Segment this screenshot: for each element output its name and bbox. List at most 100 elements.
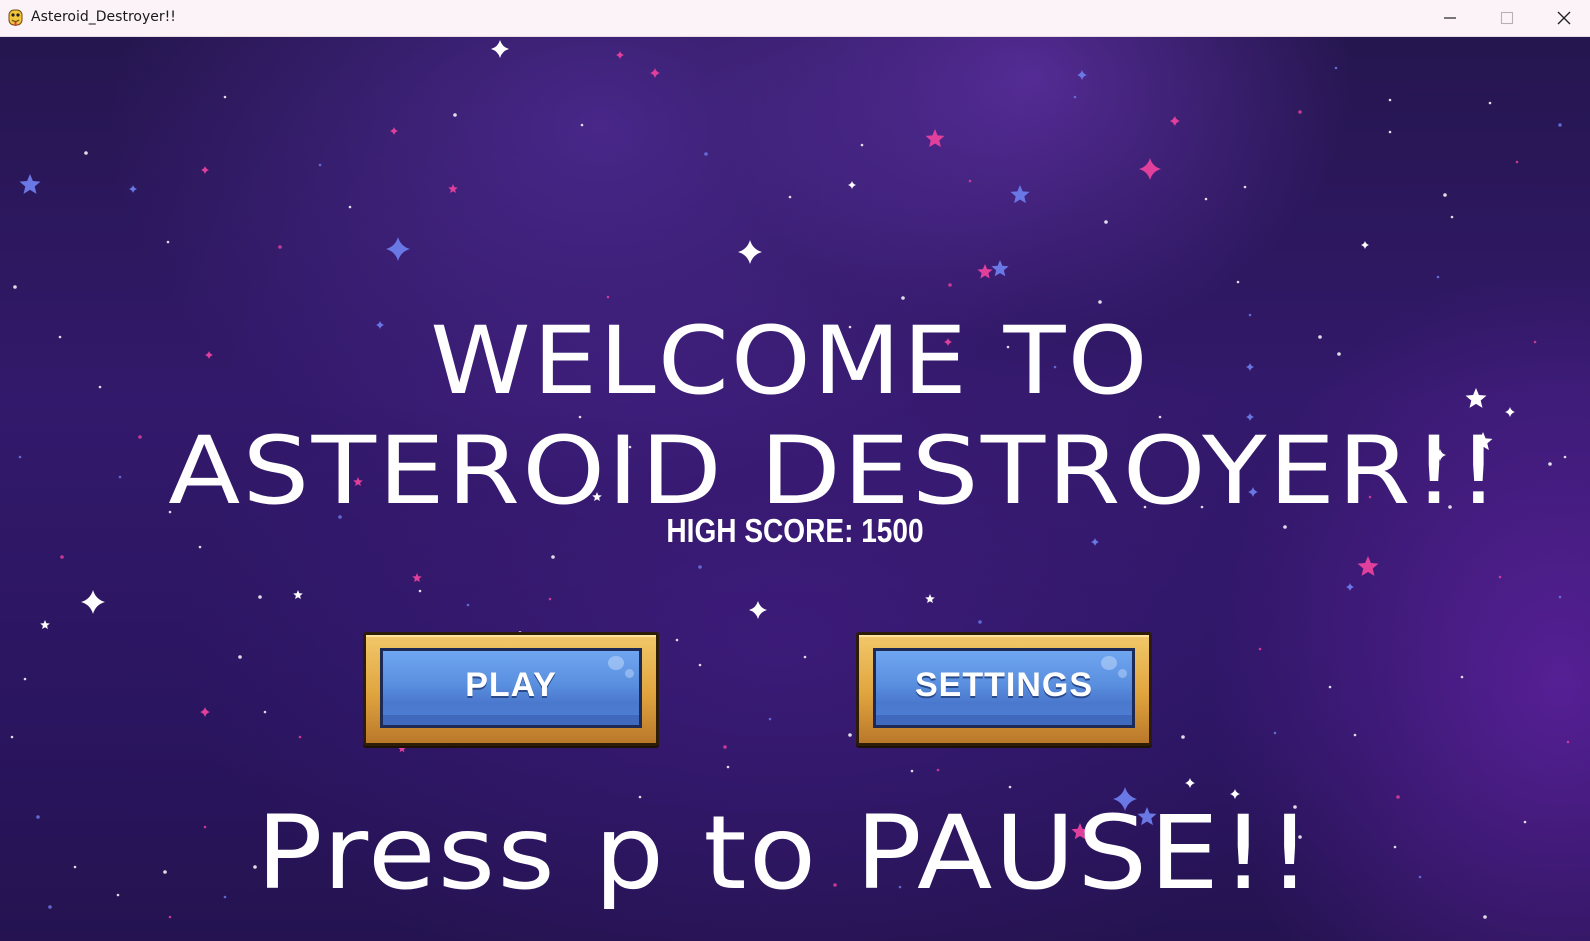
star-dot — [698, 663, 702, 667]
star-dot — [1298, 110, 1302, 114]
star-dot — [1318, 335, 1322, 339]
star-dot — [58, 335, 62, 339]
star-dot — [1396, 795, 1400, 799]
star-icon — [201, 166, 209, 174]
star-dot — [263, 710, 267, 714]
title-bar: Asteroid_Destroyer!! — [0, 0, 1590, 37]
star-dot — [968, 179, 972, 183]
settings-button-label: SETTINGS — [914, 666, 1094, 704]
star-dot — [580, 123, 584, 127]
star-dot — [726, 765, 730, 769]
star-dot — [910, 769, 914, 773]
star-icon — [398, 745, 406, 753]
star-icon — [749, 601, 767, 619]
star-dot — [788, 195, 792, 199]
star-icon — [1465, 388, 1487, 408]
star-dot — [768, 717, 772, 721]
star-dot — [1418, 875, 1422, 879]
play-button[interactable]: PLAY — [363, 632, 659, 746]
star-icon — [293, 590, 303, 599]
star-icon — [129, 185, 137, 193]
star-dot — [116, 893, 120, 897]
star-dot — [1098, 300, 1102, 304]
game-canvas[interactable]: WELCOME TO ASTEROID DESTROYER!! HIGH SCO… — [0, 37, 1590, 941]
maximize-button[interactable] — [1479, 0, 1537, 36]
star-dot — [551, 555, 555, 559]
star-dot — [36, 815, 40, 819]
settings-button[interactable]: SETTINGS — [856, 632, 1152, 746]
star-dot — [901, 296, 905, 300]
star-icon — [205, 351, 213, 359]
star-dot — [848, 733, 852, 737]
star-icon — [1357, 556, 1379, 576]
star-dot — [704, 152, 708, 156]
star-dot — [163, 870, 167, 874]
star-dot — [98, 385, 102, 389]
star-dot — [278, 245, 282, 249]
star-icon — [1170, 117, 1178, 125]
star-dot — [1436, 275, 1440, 279]
star-dot — [1104, 220, 1108, 224]
star-dot — [453, 113, 457, 117]
star-icon — [738, 240, 762, 264]
star-dot — [10, 735, 14, 739]
star-dot — [18, 455, 22, 459]
star-dot — [1181, 735, 1185, 739]
star-dot — [84, 151, 88, 155]
star-icon — [200, 707, 210, 717]
star-dot — [1008, 785, 1012, 789]
star-dot — [60, 555, 64, 559]
star-dot — [203, 825, 207, 829]
star-dot — [1488, 101, 1492, 105]
star-dot — [1558, 123, 1562, 127]
star-dot — [978, 620, 982, 624]
star-dot — [1523, 820, 1527, 824]
star-dot — [948, 283, 952, 287]
star-dot — [1243, 185, 1247, 189]
star-icon — [1361, 241, 1369, 249]
star-dot — [1533, 340, 1537, 344]
star-dot — [1393, 845, 1397, 849]
star-icon — [40, 620, 50, 629]
star-icon — [491, 40, 509, 58]
close-button[interactable] — [1536, 0, 1590, 36]
play-button-label: PLAY — [465, 666, 557, 704]
star-dot — [166, 240, 170, 244]
star-dot — [1498, 575, 1502, 579]
star-icon — [1185, 778, 1195, 788]
welcome-title-line2: ASTEROID DESTROYER!! — [168, 417, 1502, 526]
star-dot — [1566, 740, 1570, 744]
star-icon — [1139, 158, 1161, 180]
star-icon — [991, 260, 1009, 277]
star-icon — [390, 127, 398, 135]
settings-button-face: SETTINGS — [873, 648, 1135, 728]
app-window: Asteroid_Destroyer!! WELCOME TO ASTEROID… — [0, 0, 1590, 941]
star-dot — [348, 205, 352, 209]
star-dot — [318, 163, 322, 167]
star-dot — [48, 905, 52, 909]
star-icon — [1505, 407, 1515, 417]
star-icon — [412, 573, 422, 582]
star-dot — [1353, 733, 1357, 737]
star-dot — [23, 677, 27, 681]
star-dot — [548, 597, 552, 601]
star-dot — [803, 655, 807, 659]
star-icon — [1077, 70, 1087, 80]
star-dot — [418, 589, 422, 593]
star-dot — [238, 655, 242, 659]
star-dot — [936, 768, 940, 772]
star-icon — [448, 184, 458, 193]
star-dot — [698, 565, 702, 569]
star-dot — [1073, 95, 1077, 99]
minimize-button[interactable] — [1422, 0, 1480, 36]
star-dot — [298, 735, 302, 739]
star-dot — [1443, 193, 1447, 197]
play-button-face: PLAY — [380, 648, 642, 728]
star-dot — [1204, 197, 1208, 201]
star-dot — [466, 603, 470, 607]
star-icon — [925, 594, 935, 603]
pause-hint-text: Press p to PAUSE!! — [256, 794, 1314, 913]
star-dot — [1388, 98, 1392, 102]
star-icon — [1091, 538, 1099, 546]
star-dot — [1236, 280, 1240, 284]
